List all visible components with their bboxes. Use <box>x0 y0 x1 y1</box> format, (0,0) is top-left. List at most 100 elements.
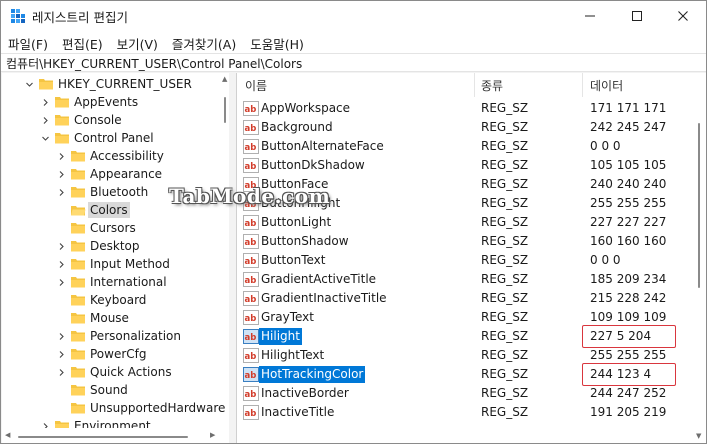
value-data: 191 205 219 <box>590 405 667 419</box>
value-type: REG_SZ <box>481 272 529 286</box>
watermark-text: TabMode.com <box>169 184 331 208</box>
svg-text:ab: ab <box>245 390 257 400</box>
value-data: 109 109 109 <box>590 310 667 324</box>
value-name: GradientActiveTitle <box>261 272 377 286</box>
chevron-right-icon[interactable] <box>56 327 66 345</box>
chevron-down-icon[interactable] <box>40 129 50 147</box>
chevron-right-icon[interactable] <box>56 147 66 165</box>
column-header-data[interactable]: 데이터 <box>590 77 623 94</box>
scroll-down-arrow-icon[interactable]: ▼ <box>696 432 701 440</box>
chevron-right-icon[interactable] <box>56 255 66 273</box>
tree-item[interactable]: Control Panel <box>2 129 220 147</box>
chevron-right-icon[interactable] <box>56 363 66 381</box>
minimize-button[interactable] <box>567 1 613 31</box>
tree-item[interactable]: International <box>2 273 220 291</box>
chevron-right-icon[interactable] <box>56 273 66 291</box>
close-button[interactable] <box>660 1 706 31</box>
column-header-type[interactable]: 종류 <box>481 77 503 94</box>
address-path[interactable]: 컴퓨터\HKEY_CURRENT_USER\Control Panel\Colo… <box>6 55 302 72</box>
tree-horizontal-scrollbar[interactable]: ◀ ▶ <box>2 428 229 443</box>
value-type: REG_SZ <box>481 329 529 343</box>
menu-favorites[interactable]: 즐겨찾기(A) <box>172 31 236 53</box>
tree-vertical-scrollbar[interactable]: ▲ <box>220 73 229 428</box>
value-row[interactable]: ab InactiveBorder REG_SZ 244 247 252 <box>237 384 697 403</box>
chevron-right-icon[interactable] <box>56 237 66 255</box>
tree-item[interactable]: Desktop <box>2 237 220 255</box>
value-row[interactable]: ab ButtonLight REG_SZ 227 227 227 <box>237 213 697 232</box>
tree-item[interactable]: Quick Actions <box>2 363 220 381</box>
menu-bar: 파일(F) 편집(E) 보기(V) 즐겨찾기(A) 도움말(H) <box>1 31 706 53</box>
value-data: 244 247 252 <box>590 386 667 400</box>
chevron-down-icon[interactable] <box>24 75 34 93</box>
menu-file[interactable]: 파일(F) <box>8 31 48 53</box>
key-tree-pane: HKEY_CURRENT_USER AppEvents Console Control… <box>2 73 229 443</box>
scroll-up-arrow-icon[interactable]: ▲ <box>222 75 227 83</box>
folder-icon <box>71 241 85 252</box>
tree-item[interactable]: Cursors <box>2 219 220 237</box>
chevron-right-icon[interactable] <box>40 111 50 129</box>
value-row[interactable]: ab ButtonShadow REG_SZ 160 160 160 <box>237 232 697 251</box>
tree-item[interactable]: AppEvents <box>2 93 220 111</box>
value-row[interactable]: ab ButtonAlternateFace REG_SZ 0 0 0 <box>237 137 697 156</box>
tree-item[interactable]: Mouse <box>2 309 220 327</box>
tree-item[interactable]: PowerCfg <box>2 345 220 363</box>
column-divider[interactable] <box>582 73 583 97</box>
value-row[interactable]: ab InactiveTitle REG_SZ 191 205 219 <box>237 403 697 422</box>
list-scroll-thumb[interactable] <box>698 123 700 288</box>
tree-item[interactable]: HKEY_CURRENT_USER <box>2 75 220 93</box>
value-row[interactable]: ab GradientInactiveTitle REG_SZ 215 228 242 <box>237 289 697 308</box>
value-type: REG_SZ <box>481 196 529 210</box>
svg-text:ab: ab <box>245 162 257 172</box>
close-icon <box>678 11 688 21</box>
tree-hscroll-thumb[interactable] <box>18 436 188 438</box>
menu-edit[interactable]: 편집(E) <box>62 31 103 53</box>
tree-item-label: Quick Actions <box>90 365 172 379</box>
tree-item-label: International <box>90 275 167 289</box>
folder-icon <box>71 259 85 270</box>
title-bar: 레지스트리 편집기 <box>1 1 706 31</box>
chevron-right-icon[interactable] <box>40 93 50 111</box>
value-row[interactable]: ab Hilight REG_SZ 227 5 204 <box>237 325 697 348</box>
tree-item[interactable]: Personalization <box>2 327 220 345</box>
chevron-right-icon[interactable] <box>56 183 66 201</box>
chevron-right-icon[interactable] <box>56 165 66 183</box>
registry-editor-icon <box>11 9 25 23</box>
value-row[interactable]: ab ButtonText REG_SZ 0 0 0 <box>237 251 697 270</box>
value-data: 255 255 255 <box>590 196 667 210</box>
list-vertical-scrollbar[interactable]: ▼ <box>695 97 706 443</box>
value-type: REG_SZ <box>481 177 529 191</box>
column-header-name[interactable]: 이름 <box>245 77 267 94</box>
value-row[interactable]: ab GradientActiveTitle REG_SZ 185 209 234 <box>237 270 697 289</box>
tree-item-label: Desktop <box>90 239 140 253</box>
folder-icon <box>55 133 69 144</box>
svg-text:ab: ab <box>245 352 257 362</box>
tree-item[interactable]: Accessibility <box>2 147 220 165</box>
value-name: Hilight <box>259 328 302 345</box>
tree-scroll-thumb[interactable] <box>224 97 226 123</box>
value-row[interactable]: ab Background REG_SZ 242 245 247 <box>237 118 697 137</box>
address-bar[interactable]: 컴퓨터\HKEY_CURRENT_USER\Control Panel\Colo… <box>1 53 706 72</box>
menu-help[interactable]: 도움말(H) <box>250 31 304 53</box>
tree-item[interactable]: Appearance <box>2 165 220 183</box>
value-name: Background <box>261 120 333 134</box>
value-type: REG_SZ <box>481 348 529 362</box>
tree-item[interactable]: Input Method <box>2 255 220 273</box>
menu-view[interactable]: 보기(V) <box>117 31 158 53</box>
tree-item[interactable]: Keyboard <box>2 291 220 309</box>
scroll-left-arrow-icon[interactable]: ◀ <box>5 431 10 439</box>
value-name: GradientInactiveTitle <box>261 291 387 305</box>
value-row[interactable]: ab HotTrackingColor REG_SZ 244 123 4 <box>237 363 697 386</box>
value-row[interactable]: ab ButtonDkShadow REG_SZ 105 105 105 <box>237 156 697 175</box>
scroll-right-arrow-icon[interactable]: ▶ <box>210 431 215 439</box>
tree-item[interactable]: UnsupportedHardware <box>2 399 225 417</box>
tree-item-label: AppEvents <box>74 95 139 109</box>
maximize-button[interactable] <box>614 1 660 31</box>
tree-item[interactable]: Sound <box>2 381 220 399</box>
string-value-icon: ab <box>243 139 259 154</box>
column-divider[interactable] <box>474 73 475 97</box>
value-row[interactable]: ab AppWorkspace REG_SZ 171 171 171 <box>237 99 697 118</box>
pane-splitter[interactable] <box>229 73 236 443</box>
chevron-right-icon[interactable] <box>56 345 66 363</box>
value-data: 171 171 171 <box>590 101 667 115</box>
tree-item[interactable]: Console <box>2 111 220 129</box>
